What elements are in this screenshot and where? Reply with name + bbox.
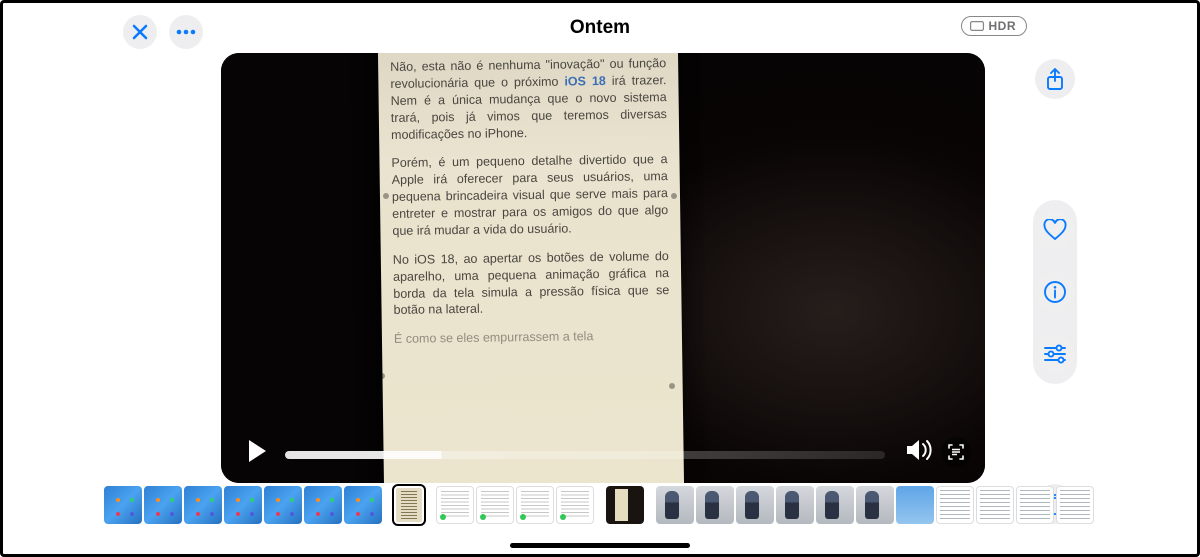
thumbnail[interactable] [264,486,302,524]
video-text-content: Não, esta não é nenhuma "inovação" ou fu… [378,53,684,483]
share-icon [1045,68,1065,90]
ios18-link: iOS 18 [564,74,606,89]
thumbnail[interactable] [144,486,182,524]
header-bar: Ontem HDR [3,3,1197,53]
thumbnail[interactable] [1056,486,1094,524]
video-frame: Não, esta não é nenhuma "inovação" ou fu… [221,53,985,483]
thumbnail[interactable] [656,486,694,524]
thumbnail[interactable] [304,486,342,524]
close-button[interactable] [123,15,157,49]
sliders-icon [1044,344,1066,364]
thumbnail[interactable] [856,486,894,524]
thumbnail-current[interactable] [394,486,424,524]
thumbnail[interactable] [184,486,222,524]
thumbnail[interactable] [344,486,382,524]
page-title: Ontem [570,17,630,39]
thumbnail[interactable] [936,486,974,524]
actions-sidebar [1033,59,1077,524]
thumbnail[interactable] [104,486,142,524]
live-text-icon [947,443,965,461]
video-scrubber[interactable] [285,451,885,459]
info-button[interactable] [1035,272,1075,312]
adjust-button[interactable] [1035,334,1075,374]
thumbnail[interactable] [436,486,474,524]
thumbnail[interactable] [736,486,774,524]
video-player[interactable]: Não, esta não é nenhuma "inovação" ou fu… [221,53,985,483]
thumbnail[interactable] [896,486,934,524]
thumbnail[interactable] [696,486,734,524]
speaker-icon [905,438,935,462]
info-icon [1044,281,1066,303]
thumbnail-strip[interactable] [191,484,1009,526]
ellipsis-icon [176,29,196,35]
thumbnail[interactable] [516,486,554,524]
home-indicator[interactable] [510,543,690,548]
more-button[interactable] [169,15,203,49]
thumbnail[interactable] [816,486,854,524]
thumbnail[interactable] [476,486,514,524]
live-text-button[interactable] [941,437,971,467]
thumbnail[interactable] [224,486,262,524]
heart-icon [1043,219,1067,241]
thumbnail[interactable] [976,486,1014,524]
hdr-badge[interactable]: HDR [961,16,1028,36]
thumbnail[interactable] [606,486,644,524]
play-button[interactable] [239,433,275,469]
share-button[interactable] [1035,59,1075,99]
thumbnail[interactable] [556,486,594,524]
volume-button[interactable] [905,438,935,467]
play-icon [249,440,266,462]
display-icon [970,21,984,31]
favorite-button[interactable] [1035,210,1075,250]
close-icon [132,24,148,40]
thumbnail[interactable] [1016,486,1054,524]
thumbnail[interactable] [776,486,814,524]
